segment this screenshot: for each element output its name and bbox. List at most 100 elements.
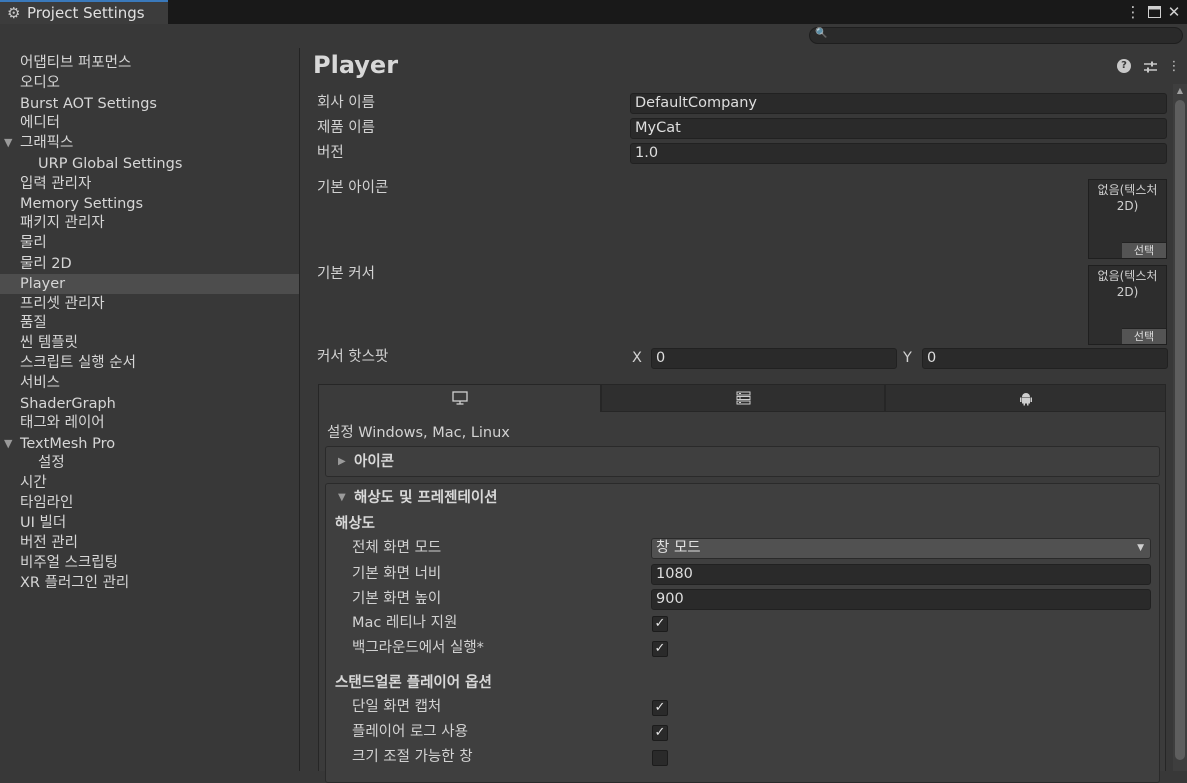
platform-settings-label: 설정 Windows, Mac, Linux: [327, 425, 510, 441]
sidebar-item-label: 어댑티브 퍼포먼스: [20, 55, 132, 71]
product-name-label: 제품 이름: [317, 120, 375, 136]
icon-section-title: 아이콘: [354, 454, 395, 470]
expanded-triangle-icon[interactable]: ▼: [338, 488, 346, 508]
sidebar-item-label: 오디오: [20, 75, 61, 91]
fullscreen-mode-dropdown[interactable]: 창 모드 ▼: [651, 538, 1151, 559]
cursor-hotspot-label: 커서 핫스팟: [317, 349, 389, 365]
sidebar-item-shadergraph[interactable]: ShaderGraph: [0, 394, 299, 414]
sidebar-item-preset-manager[interactable]: 프리셋 관리자: [0, 294, 299, 314]
sidebar-item-label: 서비스: [20, 375, 61, 391]
sidebar-item-version-control[interactable]: 버전 관리: [0, 533, 299, 553]
icon-section-foldout[interactable]: [325, 446, 1160, 477]
sidebar-item-time[interactable]: 시간: [0, 473, 299, 493]
sidebar-item-package-manager[interactable]: 패키지 관리자: [0, 213, 299, 233]
sidebar-item-tmp-settings[interactable]: 설정: [0, 453, 299, 473]
page-title: Player: [313, 51, 399, 79]
sidebar-item-timeline[interactable]: 타임라인: [0, 493, 299, 513]
company-name-field[interactable]: DefaultCompany: [630, 93, 1167, 114]
company-name-label: 회사 이름: [317, 95, 375, 111]
monitor-icon: [451, 391, 468, 405]
server-icon: [736, 391, 750, 405]
sidebar-item-graphics[interactable]: ▼ 그래픽스: [0, 133, 299, 153]
sidebar-item-label: 비주얼 스크립팅: [20, 555, 118, 571]
sidebar-item-tags-layers[interactable]: 태그와 레이어: [0, 413, 299, 433]
sidebar-item-audio[interactable]: 오디오: [0, 73, 299, 93]
scrollbar-thumb[interactable]: [1175, 100, 1185, 760]
sidebar-item-player[interactable]: Player: [0, 274, 299, 294]
resizable-window-checkbox[interactable]: [652, 750, 668, 766]
help-icon[interactable]: ?: [1117, 59, 1131, 73]
default-height-label: 기본 화면 높이: [352, 591, 442, 607]
kebab-menu-icon[interactable]: ⋮: [1165, 58, 1183, 76]
fullscreen-mode-label: 전체 화면 모드: [352, 540, 442, 556]
sidebar: 어댑티브 퍼포먼스 오디오 Burst AOT Settings 에디터 ▼ 그래…: [0, 48, 300, 771]
expand-triangle-icon[interactable]: ▼: [4, 133, 12, 153]
sidebar-item-label: 스크립트 실행 순서: [20, 355, 136, 371]
default-width-field[interactable]: 1080: [651, 564, 1151, 585]
mac-retina-checkbox[interactable]: ✓: [652, 616, 668, 632]
single-capture-checkbox[interactable]: ✓: [652, 700, 668, 716]
run-in-background-checkbox[interactable]: ✓: [652, 641, 668, 657]
collapsed-triangle-icon[interactable]: ▶: [338, 452, 346, 472]
sidebar-item-label: 입력 관리자: [20, 176, 92, 192]
chevron-down-icon: ▼: [1137, 543, 1144, 553]
tab-project-settings[interactable]: ⚙ Project Settings: [0, 0, 168, 24]
standalone-subheader: 스탠드얼론 플레이어 옵션: [335, 675, 492, 691]
version-field[interactable]: 1.0: [630, 143, 1167, 164]
select-button[interactable]: 선택: [1122, 242, 1166, 258]
sidebar-item-label: ShaderGraph: [20, 396, 116, 412]
sidebar-item-label: 프리셋 관리자: [20, 296, 105, 312]
hotspot-x-field[interactable]: 0: [651, 348, 897, 369]
run-in-background-label: 백그라운드에서 실행*: [352, 640, 484, 656]
sidebar-item-physics-2d[interactable]: 물리 2D: [0, 254, 299, 274]
sidebar-item-visual-scripting[interactable]: 비주얼 스크립팅: [0, 553, 299, 573]
fullscreen-mode-value: 창 모드: [656, 540, 701, 556]
sidebar-item-label: 에디터: [20, 115, 61, 131]
product-name-field[interactable]: MyCat: [630, 118, 1167, 139]
tab-platform-android[interactable]: [885, 384, 1166, 412]
sidebar-item-urp-global[interactable]: URP Global Settings: [0, 154, 299, 174]
scroll-up-arrow-icon[interactable]: ▲: [1175, 85, 1185, 97]
close-icon[interactable]: ✕: [1165, 2, 1183, 22]
sidebar-item-services[interactable]: 서비스: [0, 373, 299, 393]
preset-icon[interactable]: [1141, 58, 1159, 76]
hotspot-y-field[interactable]: 0: [922, 348, 1168, 369]
tab-platform-server[interactable]: [601, 384, 885, 412]
sidebar-item-label: TextMesh Pro: [20, 436, 116, 452]
sidebar-item-label: 설정: [38, 455, 65, 471]
sidebar-item-scene-template[interactable]: 씬 템플릿: [0, 333, 299, 353]
sidebar-item-memory-settings[interactable]: Memory Settings: [0, 194, 299, 214]
sidebar-item-editor[interactable]: 에디터: [0, 113, 299, 133]
default-cursor-slot[interactable]: 없음(텍스처 2D) 선택: [1088, 265, 1167, 345]
default-height-field[interactable]: 900: [651, 589, 1151, 610]
player-log-checkbox[interactable]: ✓: [652, 725, 668, 741]
sidebar-item-adaptive-performance[interactable]: 어댑티브 퍼포먼스: [0, 53, 299, 73]
sidebar-item-label: 타임라인: [20, 495, 74, 511]
default-icon-label: 기본 아이콘: [317, 180, 389, 196]
default-icon-slot[interactable]: 없음(텍스처 2D) 선택: [1088, 179, 1167, 259]
window-titlebar: [0, 0, 1187, 24]
select-button[interactable]: 선택: [1122, 328, 1166, 344]
sidebar-item-physics[interactable]: 물리: [0, 233, 299, 253]
single-capture-label: 단일 화면 캡처: [352, 699, 442, 715]
sidebar-item-burst-aot[interactable]: Burst AOT Settings: [0, 94, 299, 114]
resizable-window-label: 크기 조절 가능한 창: [352, 749, 473, 765]
search-input[interactable]: 🔍: [809, 27, 1183, 44]
sidebar-item-quality[interactable]: 품질: [0, 313, 299, 333]
tab-title: Project Settings: [27, 4, 145, 22]
maximize-icon[interactable]: [1145, 2, 1163, 22]
tab-platform-standalone[interactable]: [318, 384, 601, 412]
default-width-label: 기본 화면 너비: [352, 566, 442, 582]
sidebar-item-textmesh-pro[interactable]: ▼ TextMesh Pro: [0, 434, 299, 454]
gear-icon: ⚙: [7, 4, 21, 22]
sidebar-item-xr-plugin[interactable]: XR 플러그인 관리: [0, 573, 299, 593]
sidebar-item-script-execution-order[interactable]: 스크립트 실행 순서: [0, 353, 299, 373]
resolution-section-title[interactable]: 해상도 및 프레젠테이션: [354, 488, 498, 508]
sidebar-item-label: 씬 템플릿: [20, 335, 78, 351]
hotspot-x-label: X: [632, 350, 642, 366]
sidebar-item-label: Memory Settings: [20, 196, 144, 212]
sidebar-item-input-manager[interactable]: 입력 관리자: [0, 174, 299, 194]
sidebar-item-ui-builder[interactable]: UI 빌더: [0, 513, 299, 533]
kebab-menu-icon[interactable]: ⋮: [1124, 2, 1142, 22]
expand-triangle-icon[interactable]: ▼: [4, 434, 12, 454]
